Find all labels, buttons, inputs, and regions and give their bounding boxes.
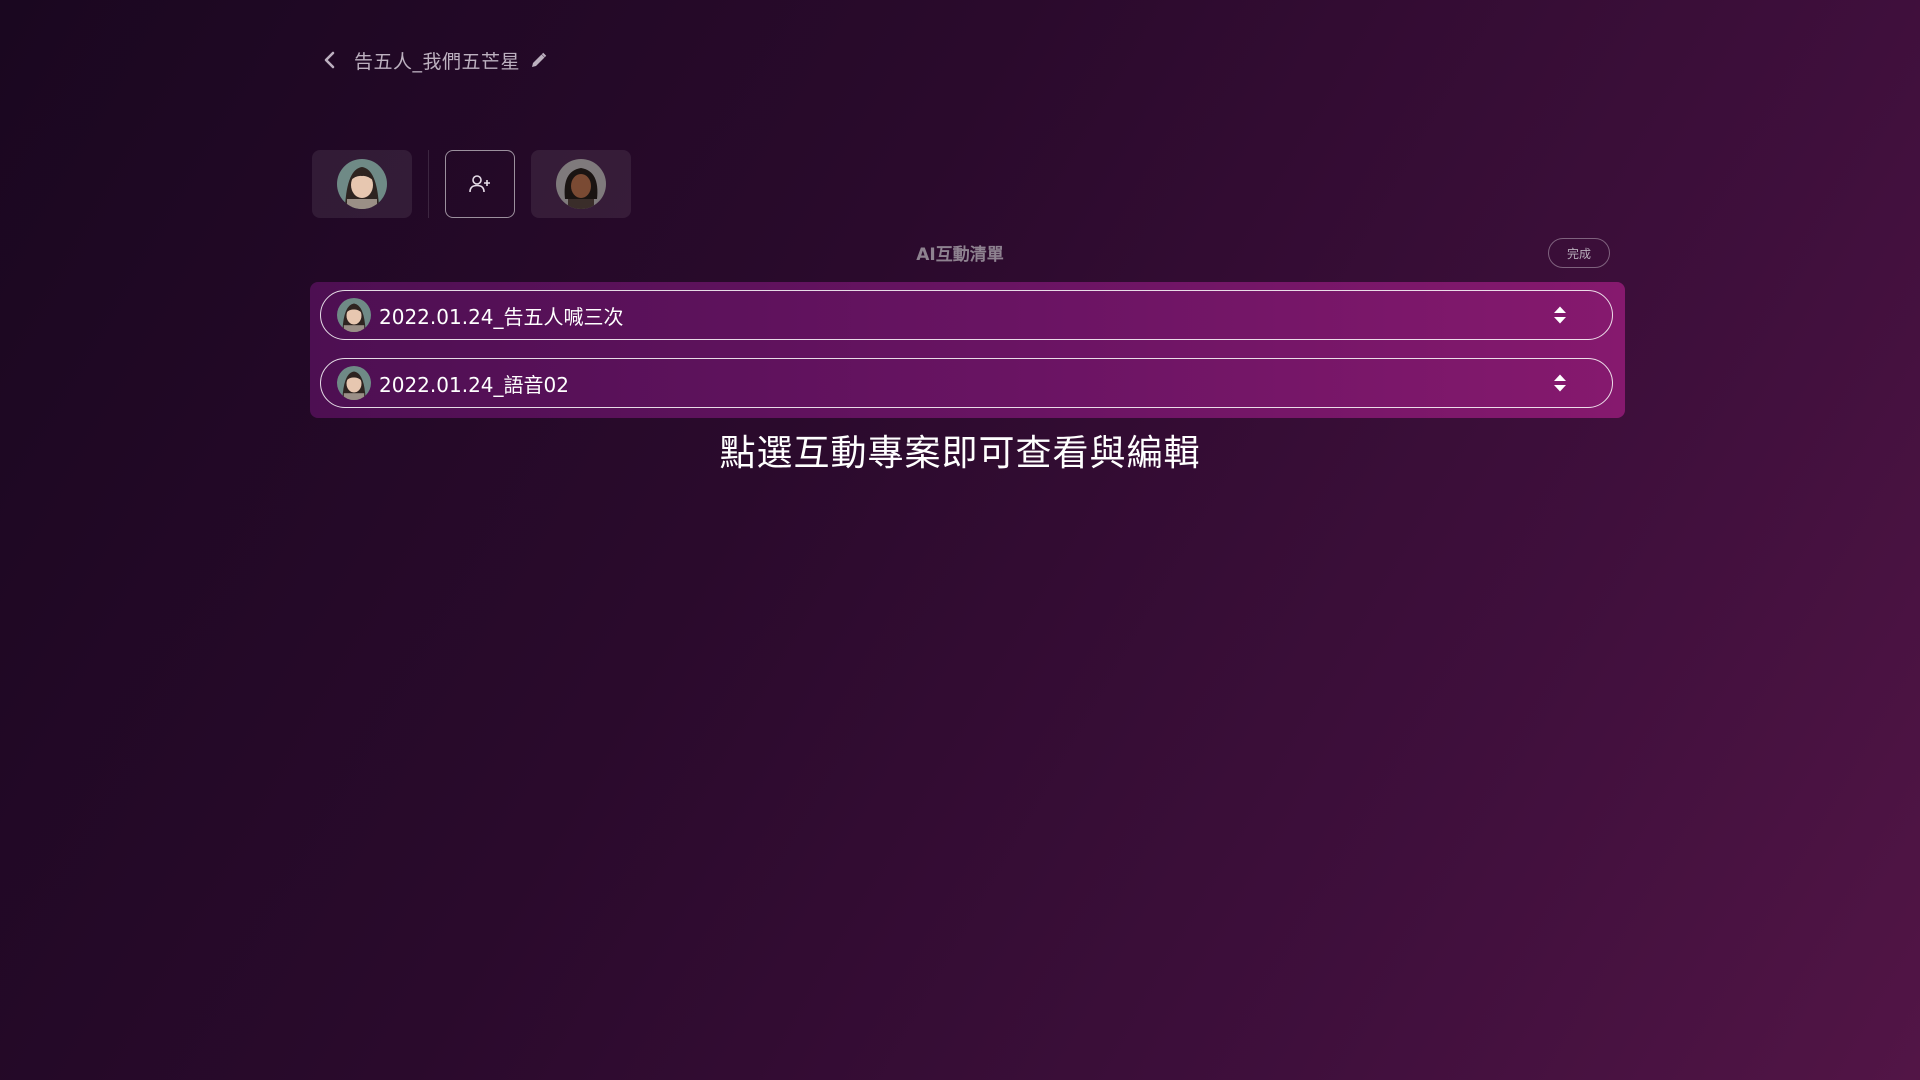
pencil-icon [531, 52, 546, 67]
list-item[interactable]: 2022.01.24_告五人喊三次 [320, 290, 1613, 340]
avatar [337, 298, 371, 332]
avatar-woman-1-image [337, 298, 371, 332]
user-plus-icon [469, 175, 490, 193]
avatar-woman-1-image [337, 159, 387, 209]
edit-title-button[interactable] [528, 48, 548, 72]
avatar-woman-1-image [337, 366, 371, 400]
add-character-button[interactable] [445, 150, 515, 218]
divider [428, 150, 429, 218]
sort-handle[interactable] [1550, 370, 1570, 396]
list-item[interactable]: 2022.01.24_語音02 [320, 358, 1613, 408]
character-selector [312, 150, 631, 218]
avatar [556, 159, 606, 209]
project-header: 告五人_我們五芒星 [318, 44, 548, 76]
hint-text: 點選互動專案即可查看與編輯 [719, 433, 1201, 474]
avatar [337, 159, 387, 209]
back-button[interactable] [318, 44, 342, 76]
character-card-2[interactable] [531, 150, 631, 218]
list-item-label: 2022.01.24_告五人喊三次 [379, 304, 624, 329]
list-item-label: 2022.01.24_語音02 [379, 372, 569, 397]
list-title: AI互動清單 [916, 245, 1004, 265]
sort-icon [1554, 306, 1566, 324]
interaction-list: 2022.01.24_告五人喊三次 2022.01.24_語音02 [310, 282, 1625, 418]
project-title: 告五人_我們五芒星 [354, 50, 521, 73]
done-button[interactable]: 完成 [1548, 238, 1610, 268]
sort-handle[interactable] [1550, 302, 1570, 328]
sort-icon [1554, 374, 1566, 392]
chevron-left-icon [324, 51, 335, 69]
avatar [337, 366, 371, 400]
avatar-woman-2-image [556, 159, 606, 209]
interaction-list-header: AI互動清單 完成 [310, 236, 1610, 270]
character-card-1[interactable] [312, 150, 412, 218]
